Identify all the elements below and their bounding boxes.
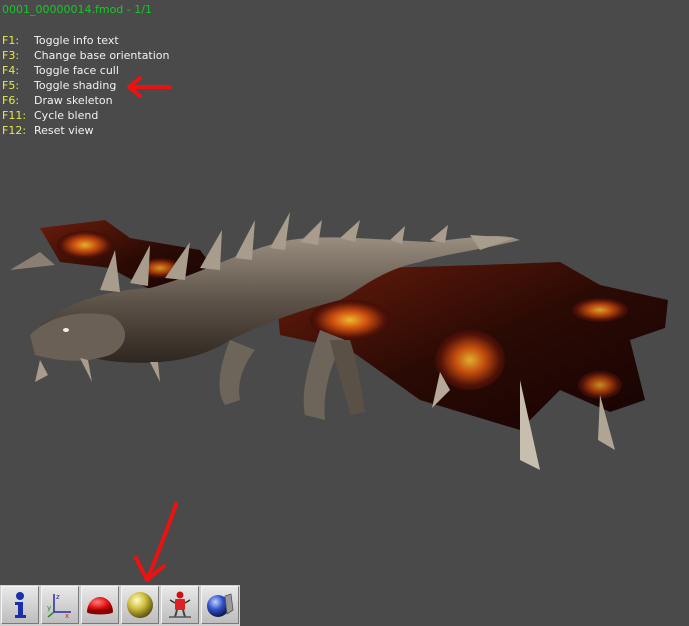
- blend-sphere-icon: [207, 593, 234, 617]
- blend-button[interactable]: [201, 586, 239, 624]
- help-key: F12:: [2, 124, 27, 137]
- info-button[interactable]: [1, 586, 39, 624]
- face-cull-button[interactable]: [81, 586, 119, 624]
- help-key: F4:: [2, 64, 20, 77]
- face-cull-icon: [87, 597, 113, 615]
- dragon-model: [10, 212, 668, 470]
- svg-text:x: x: [65, 612, 69, 620]
- shading-sphere-icon: [127, 592, 153, 618]
- annotation-arrow-left-icon: [127, 76, 172, 98]
- help-desc: Draw skeleton: [34, 94, 113, 107]
- help-desc: Change base orientation: [34, 49, 170, 62]
- viewer-toolbar: z x y: [0, 585, 240, 626]
- svg-text:y: y: [47, 604, 51, 612]
- file-title: 0001_00000014.fmod - 1/1: [2, 3, 152, 16]
- help-key: F3:: [2, 49, 20, 62]
- annotation-arrow-down-icon: [134, 502, 178, 582]
- help-desc: Toggle face cull: [34, 64, 119, 77]
- help-desc: Reset view: [34, 124, 94, 137]
- skeleton-button[interactable]: [161, 586, 199, 624]
- model-viewport[interactable]: [0, 150, 689, 590]
- axes-icon: z x y: [47, 593, 71, 620]
- help-key: F6:: [2, 94, 20, 107]
- help-key: F1:: [2, 34, 20, 47]
- skeleton-icon: [169, 591, 191, 618]
- axes-button[interactable]: z x y: [41, 586, 79, 624]
- help-desc: Cycle blend: [34, 109, 99, 122]
- shading-button[interactable]: [121, 586, 159, 624]
- help-key: F11:: [2, 109, 27, 122]
- help-desc: Toggle info text: [34, 34, 119, 47]
- help-desc: Toggle shading: [34, 79, 117, 92]
- info-icon: [15, 592, 26, 618]
- help-key: F5:: [2, 79, 20, 92]
- svg-text:z: z: [56, 593, 60, 601]
